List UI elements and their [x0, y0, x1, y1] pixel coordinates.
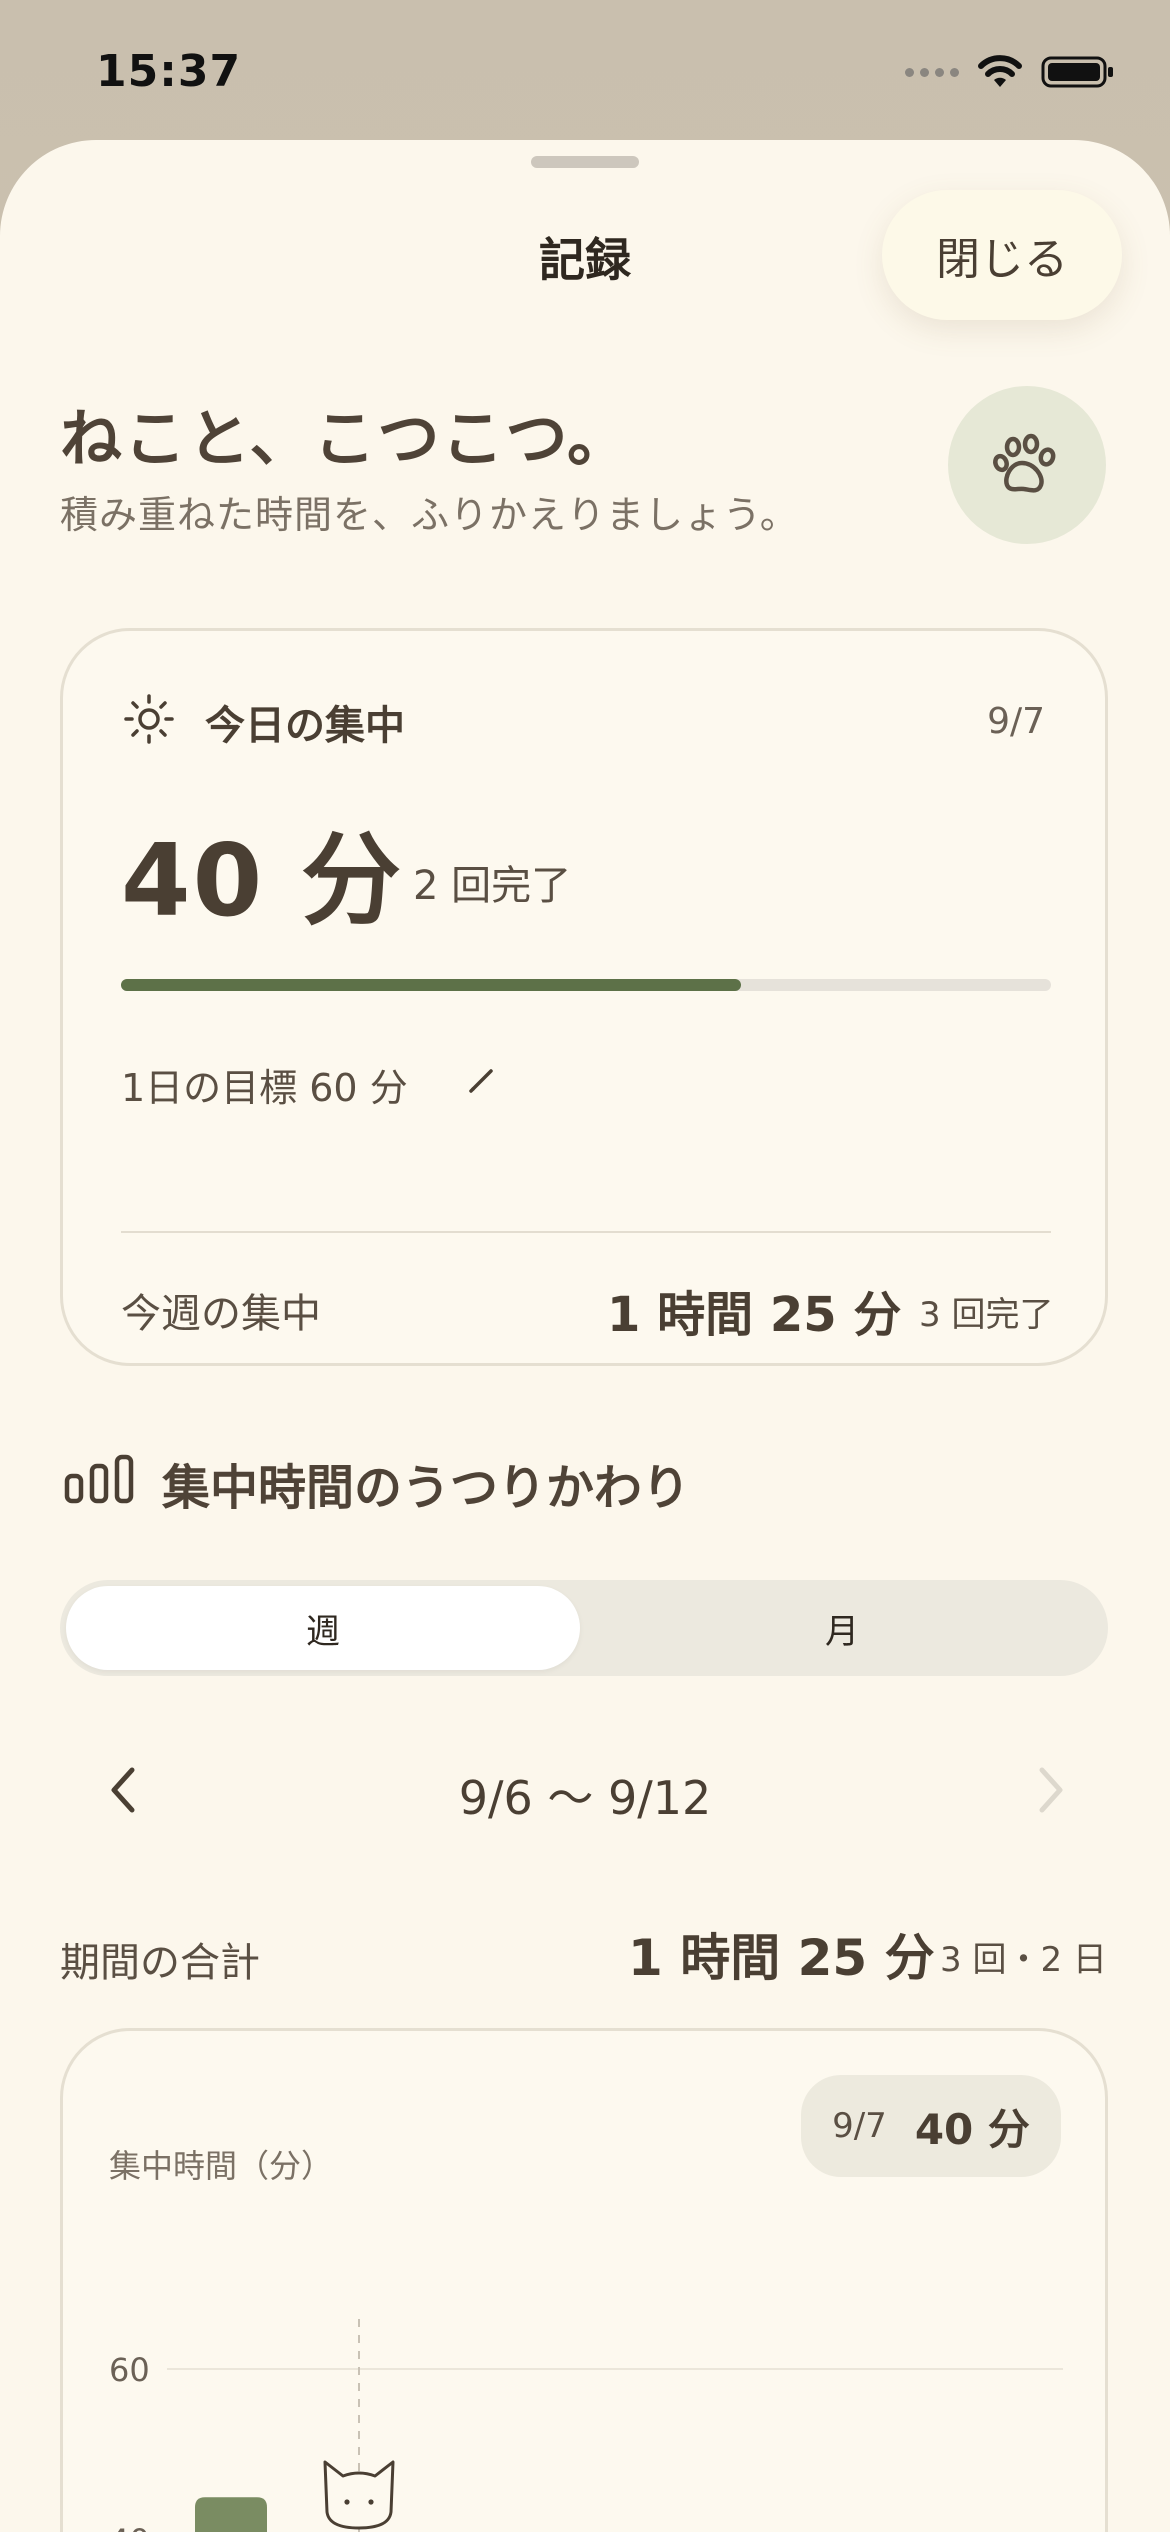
records-sheet: 記録 閉じる ねこと、こつこつ。 積み重ねた時間を、ふりかえりましょう。 今日の…: [0, 140, 1170, 2532]
chart-bar[interactable]: [195, 2497, 267, 2532]
sheet-grabber[interactable]: [531, 156, 639, 168]
today-focus-card: 今日の集中 9/7 40 分 2 回完了 1日の目標 60 分 今週の集中 1 …: [60, 628, 1108, 1366]
goal-progress-bar: [121, 979, 1051, 991]
week-sessions: 3 回完了: [919, 1295, 1054, 1335]
card-divider: [121, 1231, 1051, 1233]
date-range-label: 9/6 〜 9/12: [458, 1771, 712, 1825]
goal-progress-fill: [121, 979, 742, 991]
today-sessions: 2 回完了: [413, 863, 572, 909]
week-focus-label: 今週の集中: [121, 1291, 321, 1337]
period-total-value: 1 時間 25 分: [628, 1929, 935, 1987]
hero-subtitle: 積み重ねた時間を、ふりかえりましょう。: [60, 493, 799, 537]
hero-title: ねこと、こつこつ。: [60, 402, 632, 475]
paw-button[interactable]: [948, 386, 1106, 544]
status-bar: 15:37: [0, 0, 1170, 140]
period-total-detail: 3 回・2 日: [940, 1940, 1107, 1980]
status-icons: [905, 52, 1115, 92]
battery-icon: [1041, 56, 1113, 88]
today-minutes: 40 分: [121, 822, 403, 939]
close-button[interactable]: 閉じる: [882, 190, 1122, 320]
chart-y-tick-label: 40: [109, 2522, 150, 2532]
tab-week[interactable]: 週: [66, 1586, 580, 1670]
pencil-icon[interactable]: [461, 1057, 505, 1101]
wifi-icon: [978, 55, 1022, 87]
tab-month[interactable]: 月: [582, 1586, 1102, 1670]
sun-icon: [124, 694, 174, 744]
bar-chart-icon: [64, 1454, 134, 1504]
daily-goal-label: 1日の目標 60 分: [121, 1066, 408, 1110]
chart-y-tick-label: 60: [109, 2351, 150, 2389]
trend-title: 集中時間のうつりかわり: [162, 1460, 691, 1516]
paw-icon: [993, 433, 1056, 493]
today-heading: 今日の集中: [205, 703, 405, 749]
chevron-right-icon[interactable]: [1024, 1760, 1074, 1820]
focus-chart-card: 集中時間（分） 9/7 40 分 4060: [60, 2028, 1108, 2532]
cellular-signal-icon: [905, 67, 959, 77]
status-time: 15:37: [96, 46, 242, 97]
focus-bar-chart: 40 60: [109, 2319, 1063, 2532]
period-segmented-control: 週 月: [60, 1580, 1108, 1676]
period-total-label: 期間の合計: [60, 1940, 260, 1986]
today-date: 9/7: [987, 701, 1045, 742]
cat-face-icon: [323, 2460, 395, 2530]
week-focus-total: 1 時間 25 分: [607, 1287, 902, 1343]
